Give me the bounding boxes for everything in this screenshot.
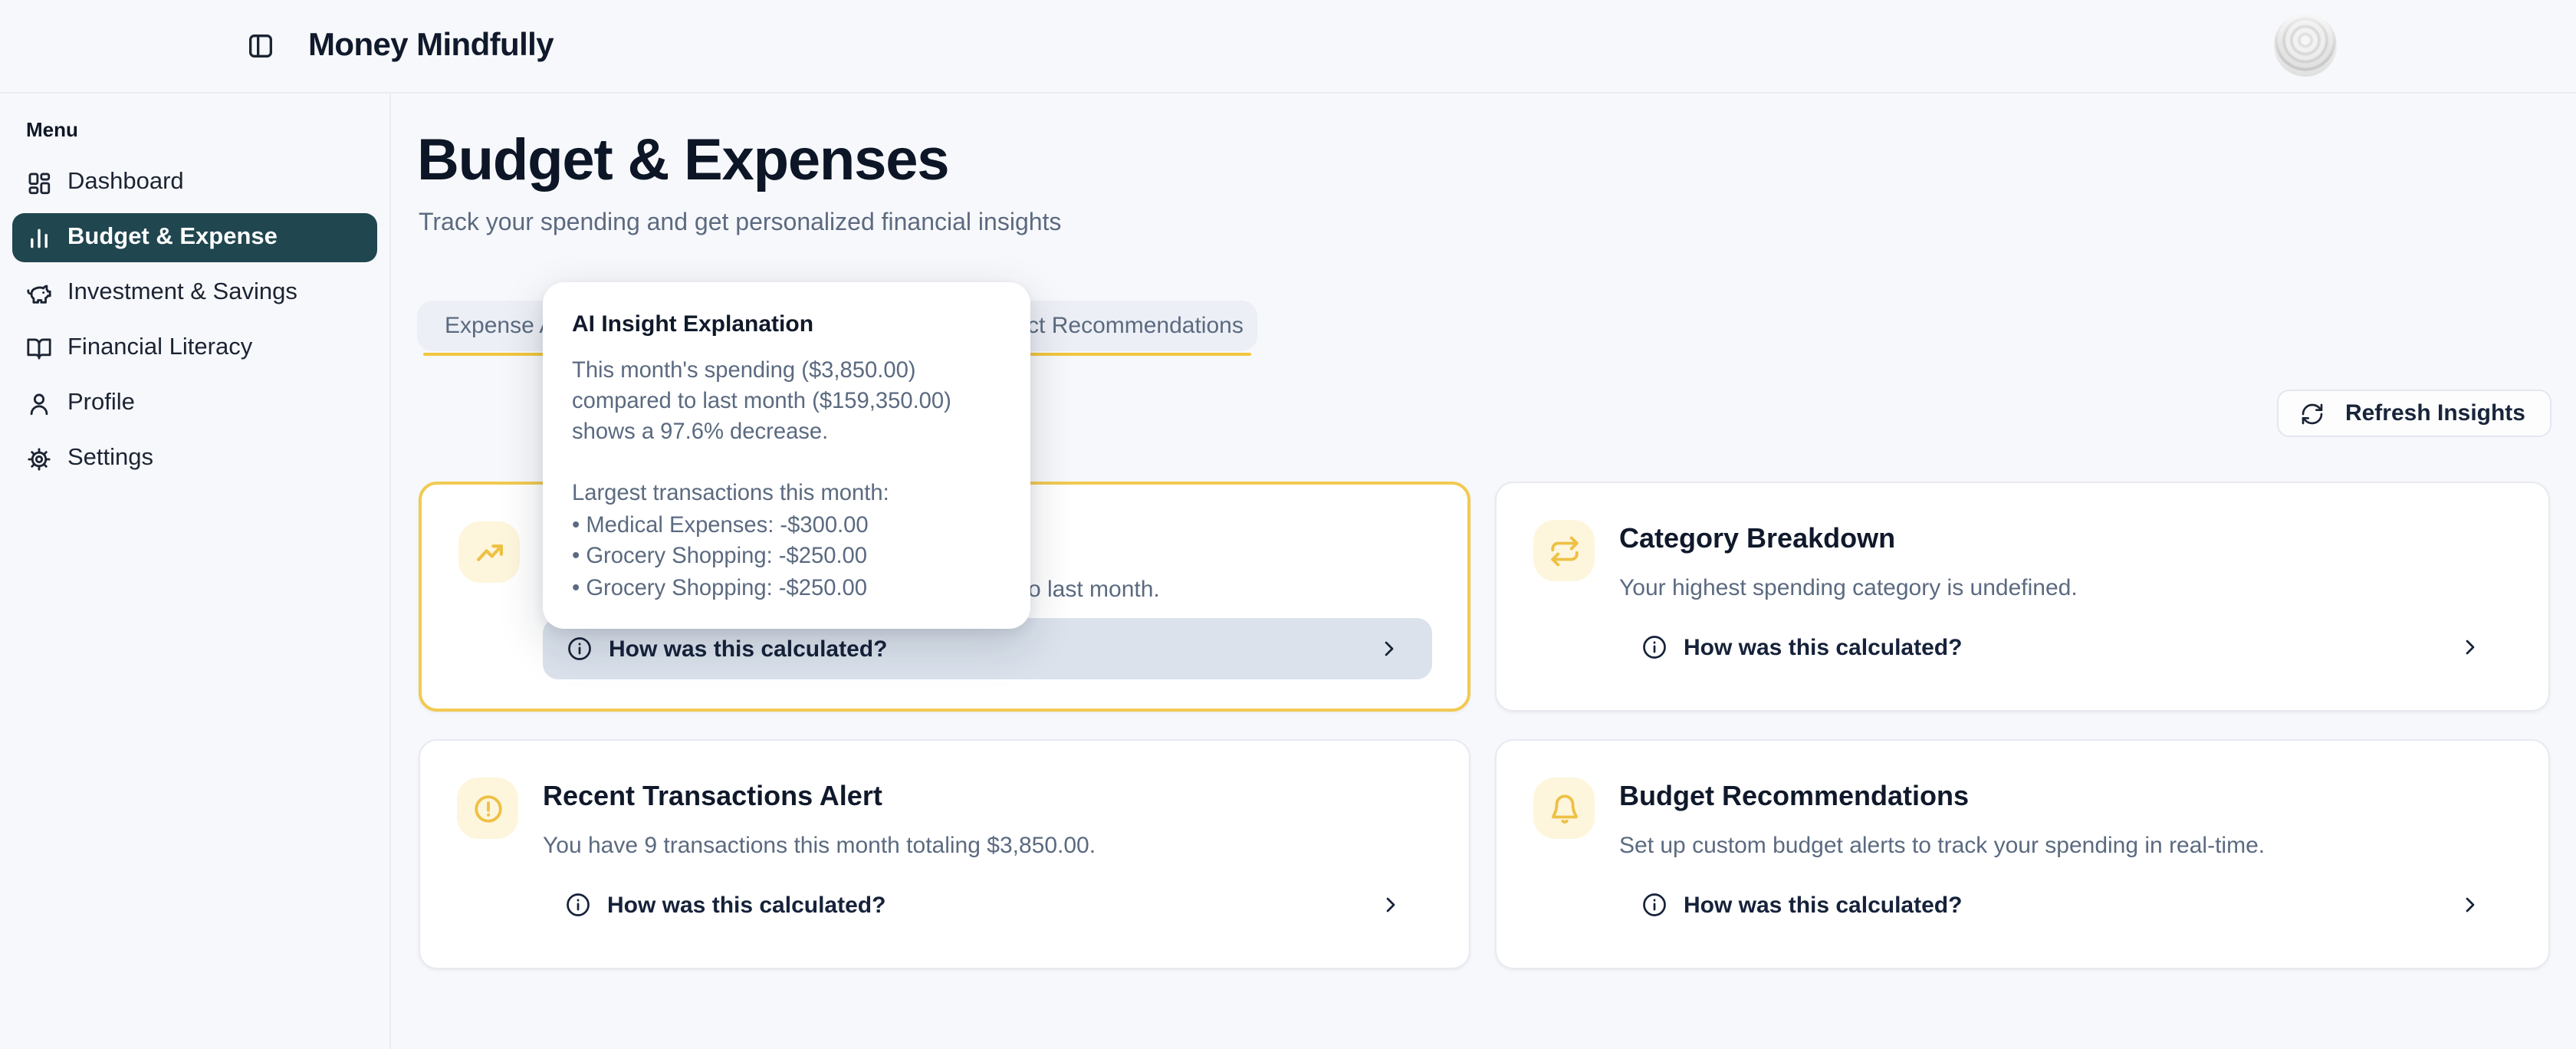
app-window: Money Mindfully Menu Dashboard Budget & … [0,0,2576,1049]
sidebar: Menu Dashboard Budget & Expense Investme… [0,92,391,1049]
popup-list-item: • Grocery Shopping: -$250.00 [572,541,1003,573]
gear-icon [26,446,52,472]
icon-box [458,521,520,583]
refresh-insights-label: Refresh Insights [2345,400,2525,426]
page-subtitle: Track your spending and get personalized… [419,210,1061,238]
repeat-icon [1548,534,1580,567]
ai-insight-explanation-popup: AI Insight Explanation This month's spen… [543,282,1030,629]
how-calculated-label: How was this calculated? [1684,634,1962,660]
sidebar-item-budget-expense[interactable]: Budget & Expense [12,213,377,262]
sidebar-item-label: Financial Literacy [67,334,252,362]
main-content: Budget & Expenses Track your spending an… [391,92,2576,1049]
how-calculated-row[interactable]: How was this calculated? [1618,874,2513,936]
panel-left-icon [245,31,276,61]
how-calculated-row[interactable]: How was this calculated? [1618,617,2513,678]
sidebar-toggle-button[interactable] [245,31,276,61]
card-category-breakdown: Category Breakdown Your highest spending… [1495,482,2550,712]
top-bar: Money Mindfully [0,0,2576,94]
page-title: Budget & Expenses [417,129,948,195]
avatar[interactable] [2274,14,2337,77]
piggy-bank-icon [26,280,52,306]
popup-body: This month's spending ($3,850.00) compar… [572,356,1003,449]
card-title: Category Breakdown [1619,523,1895,555]
sidebar-item-profile[interactable]: Profile [12,379,377,428]
user-icon [26,390,52,416]
sidebar-item-settings[interactable]: Settings [12,434,377,483]
app-title: Money Mindfully [308,28,554,64]
refresh-icon [2301,401,2325,426]
chevron-right-icon [1377,636,1401,661]
info-icon [1641,891,1668,919]
sidebar-item-dashboard[interactable]: Dashboard [12,158,377,207]
how-calculated-label: How was this calculated? [1684,892,1962,918]
icon-box [1533,778,1595,839]
icon-box [1533,520,1595,581]
popup-transaction-list: Largest transactions this month: • Medic… [572,479,1003,604]
alert-circle-icon [472,792,504,824]
chevron-right-icon [2458,893,2482,917]
sidebar-item-label: Dashboard [67,169,184,196]
book-open-icon [26,335,52,361]
bar-chart-icon [26,225,52,251]
popup-list-item: • Grocery Shopping: -$250.00 [572,573,1003,604]
sidebar-item-label: Investment & Savings [67,279,297,307]
popup-list-heading: Largest transactions this month: [572,479,1003,511]
card-subtitle: Your highest spending category is undefi… [1619,575,2078,601]
sidebar-item-label: Profile [67,390,135,417]
card-title: Budget Recommendations [1619,781,1969,813]
card-budget-recommendations: Budget Recommendations Set up custom bud… [1495,739,2550,969]
sidebar-item-label: Settings [67,445,153,472]
how-calculated-label: How was this calculated? [607,892,886,918]
info-icon [1641,633,1668,661]
sidebar-menu-label: Menu [26,118,377,141]
how-calculated-row[interactable]: How was this calculated? [541,874,1434,936]
chevron-right-icon [1378,893,1403,917]
card-subtitle: Set up custom budget alerts to track you… [1619,833,2265,859]
sidebar-item-investment-savings[interactable]: Investment & Savings [12,268,377,317]
info-icon [566,635,593,663]
how-calculated-label: How was this calculated? [609,636,887,662]
info-icon [564,891,592,919]
trending-up-icon [473,536,505,568]
popup-title: AI Insight Explanation [572,311,1003,337]
sidebar-item-label: Budget & Expense [67,224,278,252]
card-title: Recent Transactions Alert [543,781,882,813]
dashboard-icon [26,169,52,196]
refresh-insights-button[interactable]: Refresh Insights [2278,390,2551,437]
icon-box [457,778,518,839]
chevron-right-icon [2458,635,2482,659]
popup-list-item: • Medical Expenses: -$300.00 [572,511,1003,542]
bell-icon [1548,792,1580,824]
card-subtitle: You have 9 transactions this month total… [543,833,1096,859]
sidebar-item-financial-literacy[interactable]: Financial Literacy [12,324,377,373]
card-recent-transactions-alert: Recent Transactions Alert You have 9 tra… [419,739,1470,969]
